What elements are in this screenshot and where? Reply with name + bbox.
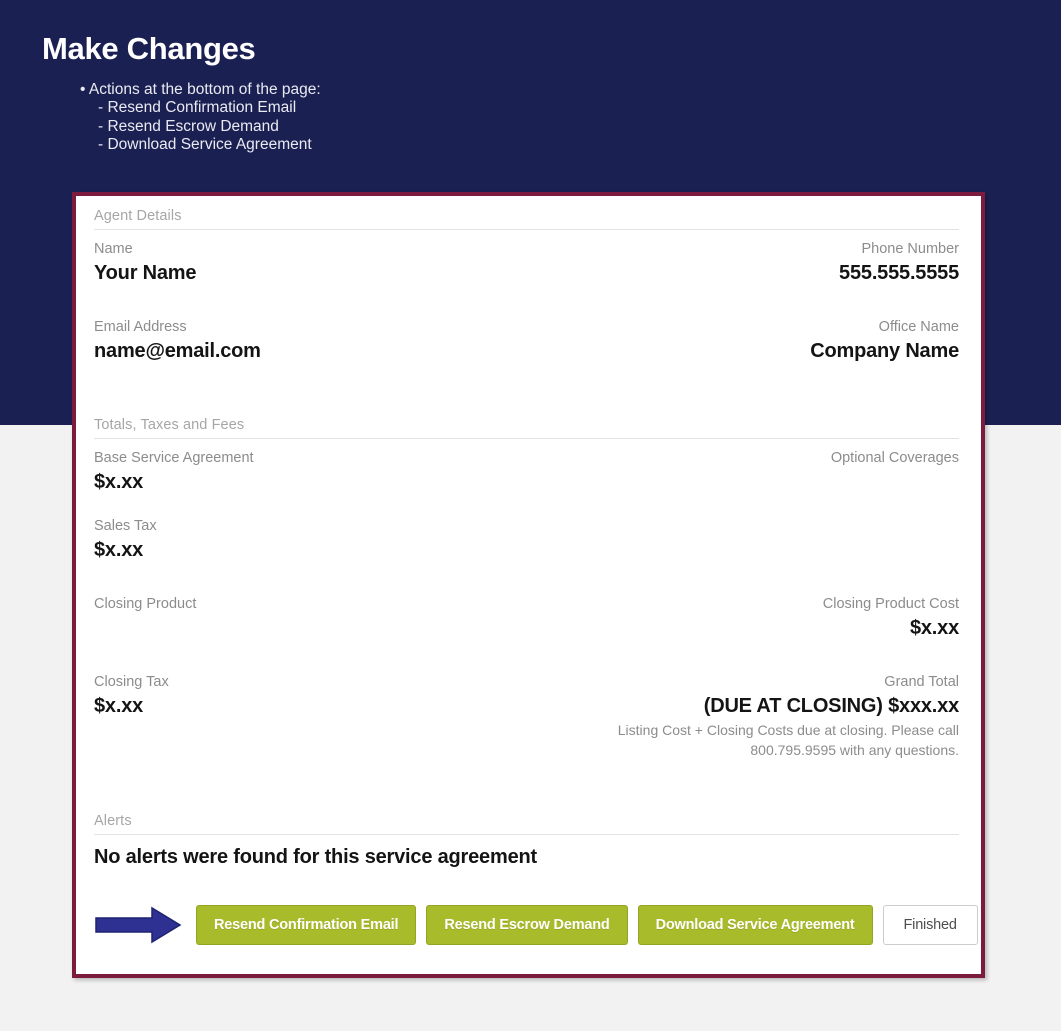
- row-email-office: Email Address name@email.com Office Name…: [94, 317, 959, 365]
- field-label-closing-tax: Closing Tax: [94, 674, 169, 691]
- field-label-office: Office Name: [878, 319, 959, 336]
- action-bar: Resend Confirmation Email Resend Escrow …: [94, 904, 978, 946]
- section-alerts: Alerts No alerts were found for this ser…: [94, 809, 959, 869]
- field-value-base-service-agreement: $x.xx: [94, 471, 144, 494]
- section-header-alerts: Alerts: [94, 812, 132, 829]
- alerts-empty-message: No alerts were found for this service ag…: [94, 845, 537, 868]
- field-label-grand-total: Grand Total: [884, 674, 959, 691]
- field-closing-product: Closing Product: [94, 594, 196, 615]
- field-office: Office Name Company Name: [810, 317, 959, 365]
- row-name-phone: Name Your Name Phone Number 555.555.5555: [94, 239, 959, 287]
- section-divider: [94, 438, 959, 440]
- field-label-closing-product: Closing Product: [94, 596, 197, 613]
- slide-heading-block: Make Changes • Actions at the bottom of …: [42, 31, 742, 155]
- section-totals-taxes-fees: Totals, Taxes and Fees Base Service Agre…: [94, 413, 959, 761]
- field-label-optional-coverages: Optional Coverages: [830, 450, 959, 467]
- field-label-closing-product-cost: Closing Product Cost: [822, 596, 959, 613]
- finished-button[interactable]: Finished: [882, 905, 978, 945]
- field-label-sales-tax: Sales Tax: [94, 518, 157, 535]
- field-sales-tax: Sales Tax $x.xx: [94, 516, 157, 564]
- field-name: Name Your Name: [94, 239, 197, 287]
- field-grand-total: Grand Total (DUE AT CLOSING) $xxx.xx Lis…: [618, 672, 959, 761]
- resend-escrow-demand-button[interactable]: Resend Escrow Demand: [426, 905, 628, 945]
- field-phone: Phone Number 555.555.5555: [839, 239, 959, 287]
- field-value-email: name@email.com: [94, 340, 261, 363]
- bullet-list: • Actions at the bottom of the page: - R…: [80, 81, 742, 155]
- download-service-agreement-button[interactable]: Download Service Agreement: [637, 905, 873, 945]
- bullet-item-3: - Download Service Agreement: [98, 136, 312, 154]
- section-divider: [94, 229, 959, 230]
- field-value-closing-tax: $x.xx: [94, 695, 144, 718]
- field-label-phone: Phone Number: [861, 241, 959, 257]
- field-value-name: Your Name: [94, 262, 197, 285]
- field-value-office: Company Name: [810, 340, 959, 363]
- app-screenshot-panel: Agent Details Name Your Name Phone Numbe…: [72, 192, 985, 978]
- row-sales-tax: Sales Tax $x.xx: [94, 516, 959, 564]
- page-title: Make Changes: [42, 31, 256, 66]
- field-value-closing-product-cost: $x.xx: [909, 617, 959, 640]
- section-divider: [94, 833, 959, 835]
- field-label-name: Name: [94, 241, 133, 257]
- grand-total-note-line1: Listing Cost + Closing Costs due at clos…: [617, 722, 959, 739]
- section-header-agent-details: Agent Details: [94, 208, 182, 224]
- bullet-item-2: - Resend Escrow Demand: [98, 117, 279, 135]
- bullet-item-0: • Actions at the bottom of the page:: [80, 80, 321, 98]
- field-email: Email Address name@email.com: [94, 317, 261, 365]
- field-closing-tax: Closing Tax $x.xx: [94, 672, 169, 720]
- field-base-service-agreement: Base Service Agreement $x.xx: [94, 448, 254, 496]
- grand-total-note-line2: 800.795.9595 with any questions.: [750, 742, 959, 759]
- pointer-arrow-icon: [94, 904, 182, 946]
- field-value-phone: 555.555.5555: [839, 262, 959, 285]
- bullet-item-1: - Resend Confirmation Email: [98, 99, 297, 117]
- section-header-totals: Totals, Taxes and Fees: [94, 417, 245, 434]
- row-closing-product: Closing Product Closing Product Cost $x.…: [94, 594, 959, 642]
- resend-confirmation-email-button[interactable]: Resend Confirmation Email: [196, 905, 417, 945]
- field-value-grand-total: (DUE AT CLOSING) $xxx.xx: [703, 695, 959, 718]
- field-label-base-service-agreement: Base Service Agreement: [94, 450, 254, 467]
- panel-content: Agent Details Name Your Name Phone Numbe…: [76, 196, 981, 974]
- row-base-optional: Base Service Agreement $x.xx Optional Co…: [94, 448, 959, 496]
- section-agent-details: Agent Details Name Your Name Phone Numbe…: [94, 204, 959, 365]
- row-closing-tax-grand-total: Closing Tax $x.xx Grand Total (DUE AT CL…: [94, 672, 959, 761]
- field-label-email: Email Address: [94, 319, 187, 336]
- field-optional-coverages: Optional Coverages: [831, 448, 959, 469]
- field-value-sales-tax: $x.xx: [94, 539, 144, 562]
- field-closing-product-cost: Closing Product Cost $x.xx: [823, 594, 959, 642]
